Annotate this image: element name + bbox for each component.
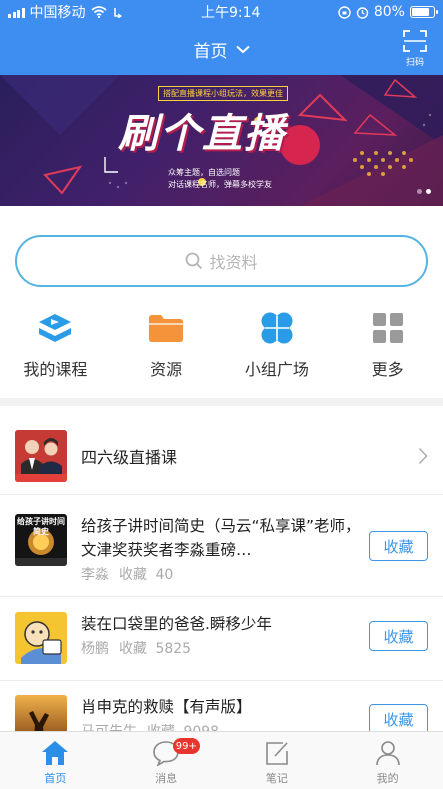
user-icon [375, 741, 400, 766]
collect-button[interactable]: 收藏 [369, 531, 428, 561]
signal-icon [8, 7, 25, 18]
battery-icon [409, 6, 438, 18]
row-separator [0, 494, 443, 495]
banner-tag: 搭配直播课程小组玩法，效果更佳 [158, 86, 288, 101]
collect-button[interactable]: 收藏 [369, 621, 428, 651]
section-divider [0, 398, 443, 406]
page-title-dropdown[interactable]: 首页 [194, 37, 250, 62]
tab-messages[interactable]: 99+ 消息 [111, 732, 222, 789]
feature-thumbnail [15, 429, 67, 482]
feature-label: 四六级直播课 [81, 447, 178, 467]
tab-home[interactable]: 首页 [0, 732, 111, 789]
unread-badge: 99+ [172, 738, 200, 754]
carrier-name: 中国移动 [29, 5, 86, 21]
scan-qr-icon [403, 30, 427, 52]
pagination-dot [417, 189, 422, 194]
page-title: 首页 [193, 42, 228, 62]
item-thumbnail: 给孩子讲时间简史 [15, 514, 67, 566]
sync-arrow-icon [113, 8, 122, 18]
feature-row[interactable]: 四六级直播课 [0, 428, 443, 483]
action-group-square[interactable]: 小组广场 [227, 310, 327, 390]
banner-subtitle: 众筹主题，自选问题 对话课程名师，弹幕多校学友 [168, 168, 272, 189]
alarm-icon [356, 6, 369, 19]
home-icon [42, 741, 69, 765]
banner-pagination [417, 189, 431, 194]
item-title: 给孩子讲时间简史（马云“私享课”老师，文津奖获奖者李淼重磅… [81, 517, 361, 559]
item-meta: 杨鹏 收藏 5825 [81, 641, 192, 657]
chevron-down-icon [235, 45, 250, 54]
action-more[interactable]: 更多 [338, 310, 438, 390]
wifi-icon [90, 6, 107, 18]
scan-button[interactable]: 扫码 [395, 30, 435, 68]
rotation-lock-icon [338, 5, 351, 19]
banner-headline: 刷个直播 [118, 110, 286, 157]
quick-actions: 我的课程 资源 小组广场 更多 [0, 310, 443, 390]
folder-icon [149, 315, 184, 342]
item-thumbnail [15, 612, 67, 664]
app-header: 中国移动 上午9:14 80% 首页 扫码 [0, 0, 443, 75]
tab-notes[interactable]: 笔记 [222, 732, 333, 789]
tab-bar: 首页 99+ 消息 笔记 我的 [0, 731, 443, 789]
status-bar: 中国移动 上午9:14 80% [0, 0, 443, 24]
list-item[interactable]: 装在口袋里的爸爸.瞬移少年 杨鹏 收藏 5825 收藏 [0, 612, 443, 664]
battery-percent: 80% [373, 4, 405, 20]
row-separator [0, 680, 443, 681]
note-edit-icon [266, 742, 288, 765]
search-icon [186, 252, 203, 270]
grid-icon [372, 313, 403, 343]
search-placeholder: 找资料 [209, 253, 258, 272]
action-my-courses[interactable]: 我的课程 [5, 310, 105, 390]
status-time: 上午9:14 [200, 5, 261, 21]
pagination-dot [426, 189, 431, 194]
chevron-right-icon [418, 447, 428, 464]
nav-bar: 首页 扫码 [0, 24, 443, 75]
tab-profile[interactable]: 我的 [332, 732, 443, 789]
action-resources[interactable]: 资源 [116, 310, 216, 390]
item-thumbnail-text: 给孩子讲时间简史 [17, 517, 65, 536]
list-item[interactable]: 给孩子讲时间简史 给孩子讲时间简史（马云“私享课”老师，文津奖获奖者李淼重磅… … [0, 514, 443, 584]
row-separator [0, 596, 443, 597]
scan-label: 扫码 [405, 58, 424, 68]
item-title: 装在口袋里的爸爸.瞬移少年 [81, 615, 272, 633]
search-input[interactable]: 找资料 [15, 235, 428, 287]
collect-button[interactable]: 收藏 [369, 704, 428, 734]
item-title: 肖申克的救赎【有声版】 [81, 698, 252, 716]
promo-banner[interactable]: 搭配直播课程小组玩法，效果更佳 刷个直播 众筹主题，自选问题 对话课程名师，弹幕… [0, 75, 443, 206]
item-meta: 李淼 收藏 40 [81, 567, 174, 583]
group-petals-icon [261, 312, 293, 344]
course-play-icon [39, 314, 72, 342]
